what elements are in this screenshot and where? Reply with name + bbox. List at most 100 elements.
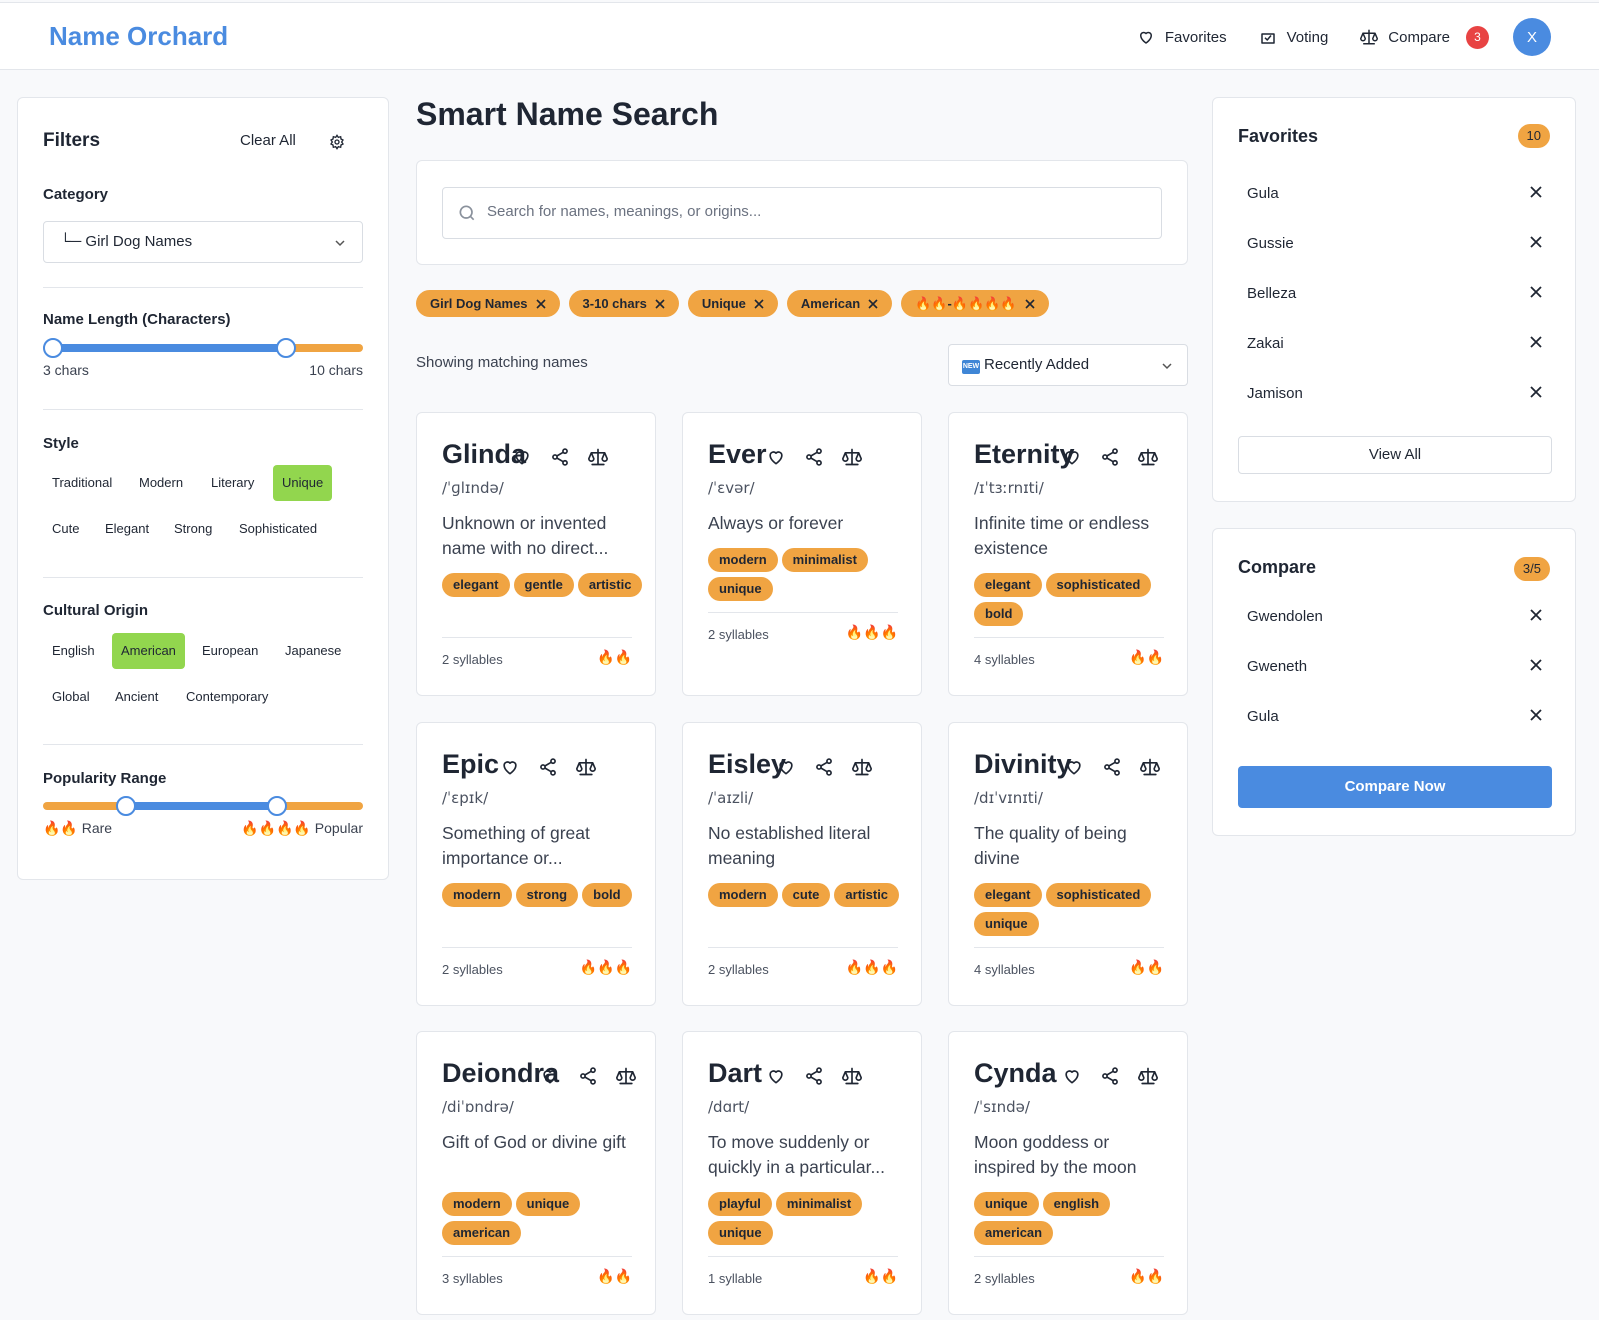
heart-icon[interactable]: [766, 1066, 786, 1086]
name-length-max-handle[interactable]: [276, 338, 297, 358]
view-all-button[interactable]: View All: [1238, 436, 1552, 474]
scale-icon[interactable]: [852, 757, 872, 777]
name-card[interactable]: Epic/ˈɛpɪk/Something of great importance…: [416, 722, 656, 1006]
heart-icon[interactable]: [512, 447, 532, 467]
filter-chip-sophisticated[interactable]: Sophisticated: [230, 511, 326, 547]
card-name[interactable]: Epic: [442, 749, 499, 780]
close-icon[interactable]: [1529, 658, 1543, 672]
card-name[interactable]: Ever: [708, 439, 767, 470]
scale-icon[interactable]: [576, 757, 596, 777]
close-icon[interactable]: [868, 298, 878, 309]
name-card[interactable]: Cynda/ˈsɪndə/Moon goddess or inspired by…: [948, 1031, 1188, 1315]
filter-chip-literary[interactable]: Literary: [202, 465, 263, 501]
heart-icon[interactable]: [776, 757, 796, 777]
active-filter-tag[interactable]: 🔥🔥-🔥🔥🔥🔥: [901, 290, 1049, 317]
filter-chip-cute[interactable]: Cute: [43, 511, 88, 547]
filter-chip-traditional[interactable]: Traditional: [43, 465, 121, 501]
card-name[interactable]: Eisley: [708, 749, 786, 780]
card-name[interactable]: Divinity: [974, 749, 1072, 780]
name-card[interactable]: Divinity/dɪˈvɪnɪti/The quality of being …: [948, 722, 1188, 1006]
scale-icon[interactable]: [1140, 757, 1160, 777]
close-icon[interactable]: [1529, 285, 1543, 299]
favorites-list-item[interactable]: Jamison: [1247, 385, 1543, 402]
clear-all-button[interactable]: Clear All: [240, 132, 296, 149]
share-icon[interactable]: [550, 447, 570, 467]
filter-chip-strong[interactable]: Strong: [165, 511, 221, 547]
name-length-min-handle[interactable]: [42, 338, 63, 358]
share-icon[interactable]: [804, 1066, 824, 1086]
name-card[interactable]: Dart/dɑrt/To move suddenly or quickly in…: [682, 1031, 922, 1315]
compare-list-item[interactable]: Gula: [1247, 708, 1543, 725]
user-avatar[interactable]: X: [1513, 18, 1551, 56]
name-card[interactable]: Glinda/ˈɡlɪndə/Unknown or invented name …: [416, 412, 656, 696]
popularity-max-handle[interactable]: [266, 796, 287, 816]
close-icon[interactable]: [1529, 235, 1543, 249]
name-card[interactable]: Ever/ˈɛvər/Always or forever modern minima…: [682, 412, 922, 696]
heart-icon[interactable]: [1062, 1066, 1082, 1086]
active-filter-tag[interactable]: Unique: [687, 290, 778, 317]
share-icon[interactable]: [804, 447, 824, 467]
scale-icon[interactable]: [1138, 447, 1158, 467]
category-select[interactable]: └─ Girl Dog Names: [43, 221, 363, 263]
scale-icon[interactable]: [842, 1066, 862, 1086]
heart-icon[interactable]: [1064, 757, 1084, 777]
nav-compare[interactable]: Compare 3: [1360, 25, 1489, 49]
active-filter-tag[interactable]: 3-10 chars: [568, 290, 679, 317]
close-icon[interactable]: [1529, 708, 1543, 722]
card-name[interactable]: Dart: [708, 1058, 762, 1089]
close-icon[interactable]: [655, 298, 665, 309]
close-icon[interactable]: [1529, 385, 1543, 399]
filter-chip-japanese[interactable]: Japanese: [276, 633, 350, 669]
filter-chip-modern[interactable]: Modern: [130, 465, 192, 501]
heart-icon[interactable]: [500, 757, 520, 777]
name-card[interactable]: Eternity/ɪˈtɜːrnɪti/Infinite time or end…: [948, 412, 1188, 696]
popularity-slider[interactable]: [43, 796, 363, 816]
name-card[interactable]: Deiondra/diˈɒndrə/Gift of God or divine …: [416, 1031, 656, 1315]
gear-icon[interactable]: [329, 134, 345, 150]
filter-chip-global[interactable]: Global: [43, 679, 99, 715]
filter-chip-ancient[interactable]: Ancient: [106, 679, 167, 715]
scale-icon[interactable]: [588, 447, 608, 467]
close-icon[interactable]: [1529, 185, 1543, 199]
name-length-slider[interactable]: [42, 338, 363, 358]
scale-icon[interactable]: [1138, 1066, 1158, 1086]
share-icon[interactable]: [1100, 447, 1120, 467]
heart-icon[interactable]: [766, 447, 786, 467]
share-icon[interactable]: [1100, 1066, 1120, 1086]
card-name[interactable]: Eternity: [974, 439, 1075, 470]
app-logo[interactable]: Name Orchard: [49, 21, 228, 52]
close-icon[interactable]: [1529, 608, 1543, 622]
filter-chip-elegant[interactable]: Elegant: [96, 511, 158, 547]
popularity-min-handle[interactable]: [116, 796, 137, 816]
search-input[interactable]: Search for names, meanings, or origins..…: [442, 187, 1162, 239]
share-icon[interactable]: [538, 757, 558, 777]
nav-favorites[interactable]: Favorites: [1137, 28, 1227, 46]
compare-list-item[interactable]: Gwendolen: [1247, 608, 1543, 625]
share-icon[interactable]: [1102, 757, 1122, 777]
scale-icon[interactable]: [842, 447, 862, 467]
compare-list-item[interactable]: Gweneth: [1247, 658, 1543, 675]
heart-icon[interactable]: [540, 1066, 560, 1086]
sort-select[interactable]: NEW Recently Added: [948, 344, 1188, 386]
card-name[interactable]: Cynda: [974, 1058, 1057, 1089]
filter-chip-english[interactable]: English: [43, 633, 104, 669]
filter-chip-contemporary[interactable]: Contemporary: [177, 679, 277, 715]
filter-chip-american[interactable]: American: [112, 633, 185, 669]
scale-icon[interactable]: [616, 1066, 636, 1086]
heart-icon[interactable]: [1062, 447, 1082, 467]
active-filter-tag[interactable]: Girl Dog Names: [416, 290, 560, 317]
close-icon[interactable]: [535, 298, 546, 309]
filter-chip-european[interactable]: European: [193, 633, 267, 669]
share-icon[interactable]: [578, 1066, 598, 1086]
share-icon[interactable]: [814, 757, 834, 777]
favorites-list-item[interactable]: Gussie: [1247, 235, 1543, 252]
compare-now-button[interactable]: Compare Now: [1238, 766, 1552, 808]
close-icon[interactable]: [754, 298, 764, 309]
favorites-list-item[interactable]: Zakai: [1247, 335, 1543, 352]
active-filter-tag[interactable]: American: [786, 290, 893, 317]
close-icon[interactable]: [1529, 335, 1543, 349]
filter-chip-unique[interactable]: Unique: [273, 465, 333, 501]
favorites-list-item[interactable]: Gula: [1247, 185, 1543, 202]
close-icon[interactable]: [1025, 298, 1035, 309]
favorites-list-item[interactable]: Belleza: [1247, 285, 1543, 302]
